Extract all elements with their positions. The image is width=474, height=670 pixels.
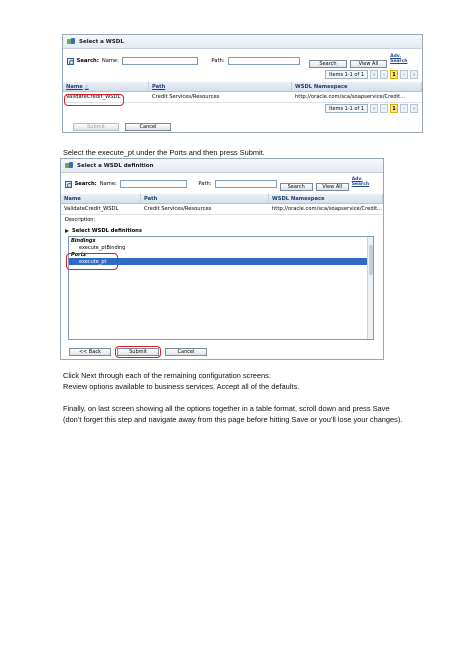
search-icon	[65, 180, 72, 188]
search-button[interactable]: Search	[279, 183, 313, 191]
highlight-ring	[66, 253, 118, 270]
prev-page-icon[interactable]: ‹	[380, 104, 388, 113]
cancel-button[interactable]: Cancel	[165, 348, 207, 356]
adv-search-link[interactable]: Adv. Search	[390, 54, 418, 64]
select-wsdl-definition-dialog: Select a WSDL definition Search: Name: P…	[60, 158, 384, 360]
dialog-title: Select a WSDL	[79, 38, 124, 45]
section-header[interactable]: Select WSDL definitions	[61, 225, 383, 236]
pager-items-label: Items 1-1 of 1	[325, 104, 368, 113]
search-button[interactable]: Search	[309, 60, 347, 68]
wsdl-icon	[67, 38, 75, 45]
table-cell-path: Credit Services/Resources	[149, 92, 292, 103]
table-cell-namespace: http://oracle.com/sca/soapservice/Credit…	[269, 204, 383, 215]
highlight-ring	[115, 346, 161, 358]
page-number[interactable]: 1	[390, 104, 398, 113]
select-wsdl-dialog: Select a WSDL Search: Name: Path: Search…	[62, 34, 423, 133]
search-row: Search: Name: Path: Search View All Adv.…	[63, 54, 422, 68]
highlight-ring	[64, 94, 124, 106]
prev-page-icon[interactable]: ‹	[380, 70, 388, 79]
submit-button[interactable]: Submit	[73, 123, 119, 131]
wsdl-table: Name Path WSDL Namespace ValidateCredit_…	[61, 194, 383, 215]
path-input[interactable]	[227, 57, 301, 65]
column-header-namespace: WSDL Namespace	[269, 194, 383, 204]
paragraph-line: Click Next through each of the remaining…	[63, 371, 271, 380]
search-label: Search:	[74, 181, 97, 187]
first-page-icon[interactable]: «	[370, 104, 378, 113]
dialog-title-bar: Select a WSDL	[63, 35, 422, 49]
view-all-button[interactable]: View All	[315, 183, 349, 191]
path-label: Path:	[198, 181, 212, 187]
search-row: Search: Name: Path: Search View All Adv.…	[61, 177, 383, 191]
path-label: Path:	[211, 58, 225, 64]
list-item-binding[interactable]: execute_ptBinding	[69, 244, 373, 251]
name-label: Name:	[101, 58, 119, 64]
description-label: Description:	[65, 217, 96, 223]
wsdl-definitions-list[interactable]: Bindings execute_ptBinding Ports execute…	[68, 236, 374, 340]
paragraph-line: Finally, on last screen showing all the …	[63, 404, 390, 413]
list-scrollbar[interactable]	[367, 237, 373, 339]
pager-top: Items 1-1 of 1 « ‹ 1 › »	[63, 70, 422, 79]
table-cell-path: Credit Services/Resources	[141, 204, 269, 215]
cancel-button[interactable]: Cancel	[125, 123, 171, 131]
paragraph-line: (don’t forget this step and navigate awa…	[63, 415, 403, 424]
next-page-icon[interactable]: ›	[400, 104, 408, 113]
last-page-icon[interactable]: »	[410, 104, 418, 113]
dialog-actions: Submit Cancel	[73, 123, 171, 131]
first-page-icon[interactable]: «	[370, 70, 378, 79]
wsdl-icon	[65, 162, 73, 169]
dialog-title: Select a WSDL definition	[77, 162, 154, 169]
group-bindings: Bindings	[71, 237, 96, 244]
column-header-namespace: WSDL Namespace	[292, 82, 422, 92]
column-header-name[interactable]: Name △	[63, 82, 149, 92]
back-button[interactable]: << Back	[69, 348, 111, 356]
name-input[interactable]	[121, 57, 199, 65]
view-all-button[interactable]: View All	[349, 60, 388, 68]
search-icon	[67, 57, 74, 65]
search-label: Search:	[76, 58, 99, 64]
scrollbar-thumb[interactable]	[369, 245, 373, 275]
table-cell-namespace: http://oracle.com/sca/soapservice/Credit…	[292, 92, 422, 103]
expand-triangle-icon	[65, 228, 69, 233]
column-header-path[interactable]: Path	[149, 82, 292, 92]
dialog-title-bar: Select a WSDL definition	[61, 159, 383, 173]
last-page-icon[interactable]: »	[410, 70, 418, 79]
name-input[interactable]	[119, 180, 188, 188]
path-input[interactable]	[214, 180, 277, 188]
pager-items-label: Items 1-1 of 1	[325, 70, 368, 79]
column-header-path: Path	[141, 194, 269, 204]
section-title: Select WSDL definitions	[72, 227, 142, 234]
sort-asc-icon: △	[84, 83, 89, 90]
name-label: Name:	[99, 181, 117, 187]
column-header-name: Name	[61, 194, 141, 204]
page-number[interactable]: 1	[390, 70, 398, 79]
table-cell-name[interactable]: ValidateCredit_WSDL	[61, 204, 141, 215]
next-page-icon[interactable]: ›	[400, 70, 408, 79]
adv-search-link[interactable]: Adv. Search	[352, 177, 379, 187]
instruction-text: Select the execute_pt under the Ports an…	[63, 148, 265, 157]
paragraph-line: Review options available to business ser…	[63, 382, 300, 391]
